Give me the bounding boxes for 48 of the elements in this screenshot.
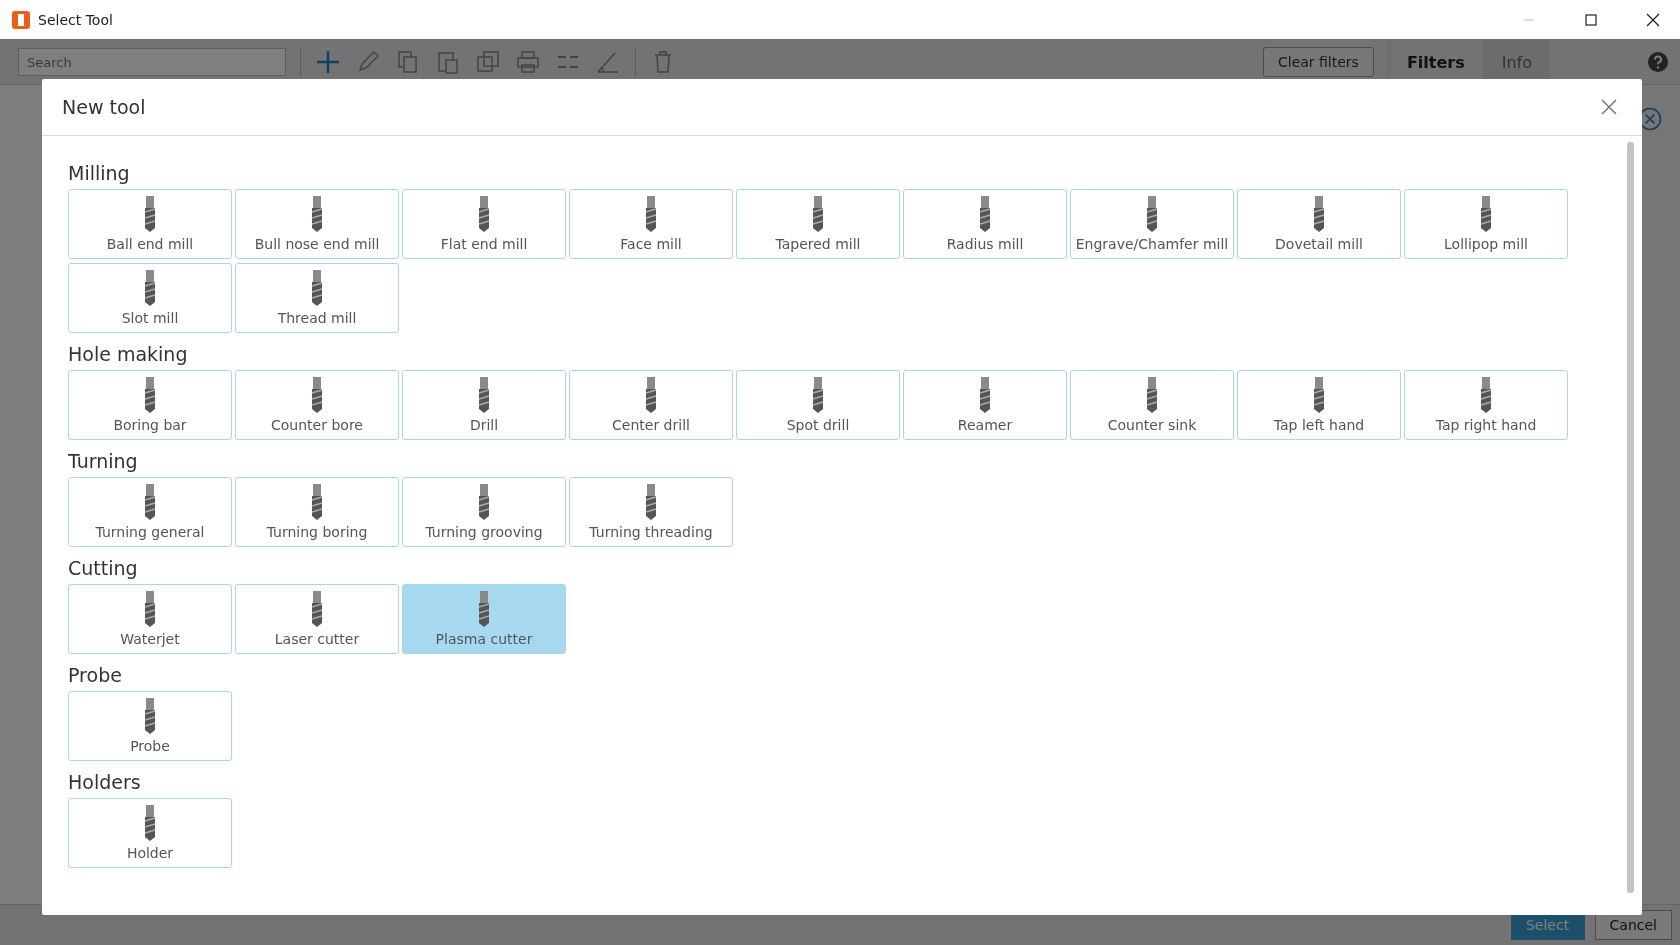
add-icon[interactable] bbox=[315, 49, 341, 75]
tool-tile[interactable]: Drill bbox=[402, 370, 566, 440]
section-title: Holders bbox=[68, 771, 142, 793]
tool-tile[interactable]: Reamer bbox=[903, 370, 1067, 440]
tool-tile[interactable]: Tapered mill bbox=[736, 189, 900, 259]
search-field[interactable]: Search bbox=[18, 48, 286, 76]
duplicate-icon[interactable] bbox=[475, 49, 501, 75]
tool-tile[interactable]: Tap right hand bbox=[1404, 370, 1568, 440]
clear-filters-button[interactable]: Clear filters bbox=[1262, 47, 1374, 77]
section-title: Probe bbox=[68, 664, 123, 686]
tool-tile[interactable]: Flat end mill bbox=[402, 189, 566, 259]
scrollbar[interactable] bbox=[1627, 142, 1634, 893]
section-title: Cutting bbox=[68, 557, 139, 579]
tool-tile[interactable]: Counter bore bbox=[235, 370, 399, 440]
tool-tile[interactable]: Radius mill bbox=[903, 189, 1067, 259]
tool-tile[interactable]: Turning grooving bbox=[402, 477, 566, 547]
section-title: Turning bbox=[68, 450, 139, 472]
tool-tile[interactable]: Holder bbox=[68, 798, 232, 868]
tool-tile[interactable]: Tap left hand bbox=[1237, 370, 1401, 440]
tool-tile[interactable]: Laser cutter bbox=[235, 584, 399, 654]
tool-tile[interactable]: Bull nose end mill bbox=[235, 189, 399, 259]
section-title: Hole making bbox=[68, 343, 189, 365]
paste-icon[interactable] bbox=[435, 49, 461, 75]
tool-tile[interactable]: Center drill bbox=[569, 370, 733, 440]
tool-tile[interactable]: Turning threading bbox=[569, 477, 733, 547]
tool-tile[interactable]: Face mill bbox=[569, 189, 733, 259]
section-title: Milling bbox=[68, 162, 131, 184]
tool-tile[interactable]: Slot mill bbox=[68, 263, 232, 333]
tool-tile[interactable]: Counter sink bbox=[1070, 370, 1234, 440]
close-icon[interactable] bbox=[1646, 12, 1660, 27]
tool-tile[interactable]: Turning general bbox=[68, 477, 232, 547]
tool-tile[interactable]: Ball end mill bbox=[68, 189, 232, 259]
tool-tile[interactable]: Thread mill bbox=[235, 263, 399, 333]
dialog-title: New tool bbox=[62, 96, 146, 118]
tool-tile[interactable]: Spot drill bbox=[736, 370, 900, 440]
maximize-icon[interactable] bbox=[1585, 13, 1597, 26]
print-icon[interactable] bbox=[515, 49, 541, 75]
tool-tile[interactable]: Waterjet bbox=[68, 584, 232, 654]
tool-tile[interactable]: Engrave/Chamfer mill bbox=[1070, 189, 1234, 259]
app-logo-icon bbox=[12, 10, 30, 29]
tool-tile[interactable]: Probe bbox=[68, 691, 232, 761]
tool-tile[interactable]: Dovetail mill bbox=[1237, 189, 1401, 259]
tool-tile[interactable]: Boring bar bbox=[68, 370, 232, 440]
window-title: Select Tool bbox=[38, 11, 114, 28]
tool-tile[interactable]: Lollipop mill bbox=[1404, 189, 1568, 259]
tool-tile[interactable]: Turning boring bbox=[235, 477, 399, 547]
help-icon[interactable] bbox=[1648, 52, 1668, 72]
tool-tile[interactable]: Plasma cutter bbox=[402, 584, 566, 654]
